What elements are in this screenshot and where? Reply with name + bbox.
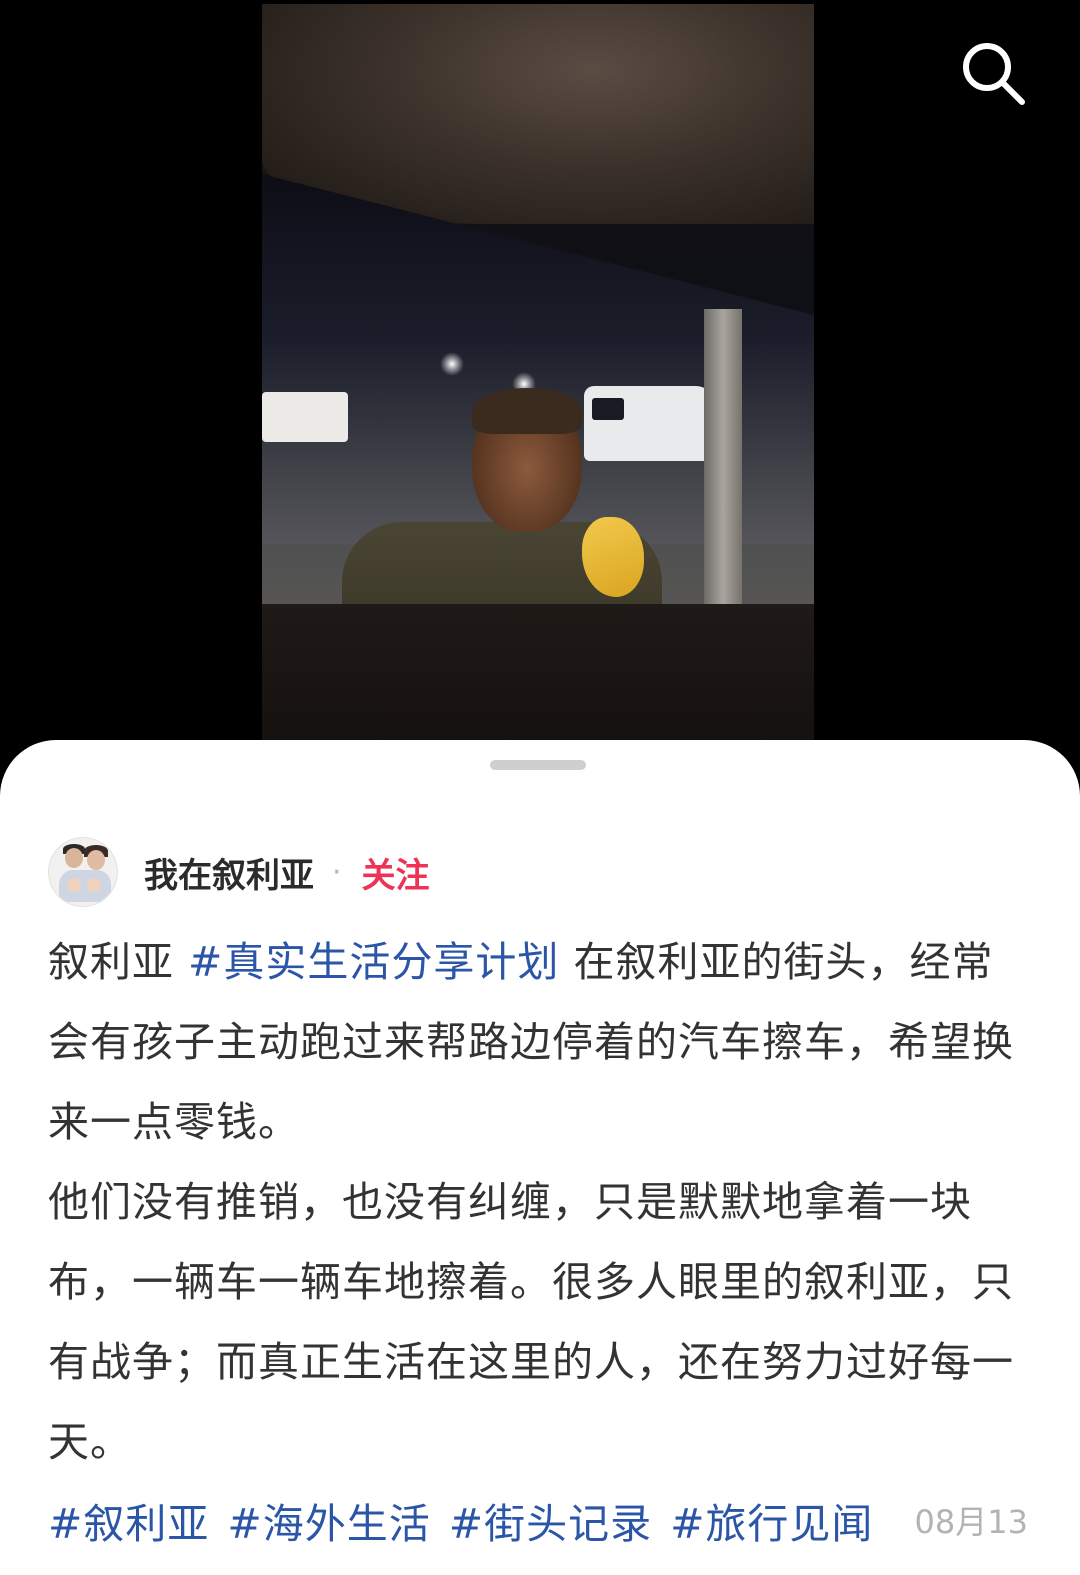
video-child-hair	[472, 388, 582, 434]
post-paragraph-2: 他们没有推销，也没有纠缠，只是默默地拿着一块布，一辆车一辆车地擦着。很多人眼里的…	[48, 1178, 1014, 1466]
video-car-ceiling	[262, 4, 814, 224]
video-car-door	[262, 604, 814, 744]
post-footer: #叙利亚 #海外生活 #街头记录 #旅行见闻 08月13	[48, 1488, 1028, 1552]
post-date: 08月13	[914, 1503, 1028, 1541]
post-lead: 叙利亚	[48, 938, 174, 986]
search-icon	[963, 43, 1025, 105]
video-frame	[262, 4, 814, 744]
drag-handle[interactable]	[490, 760, 586, 770]
author-row: 我在叙利亚 · 关注	[48, 837, 430, 907]
topic-tag[interactable]: #街头记录	[449, 1490, 652, 1550]
post-body: 叙利亚 #真实生活分享计划 在叙利亚的街头，经常会有孩子主动跑过来帮路边停着的汽…	[48, 922, 1028, 1482]
video-street-light	[440, 352, 464, 376]
topic-tag[interactable]: #叙利亚	[48, 1490, 209, 1550]
post-detail-sheet: 我在叙利亚 · 关注 叙利亚 #真实生活分享计划 在叙利亚的街头，经常会有孩子主…	[0, 740, 1080, 1575]
inline-topic-tag[interactable]: #真实生活分享计划	[188, 938, 559, 986]
video-street-pole	[704, 309, 742, 639]
post-paragraph-1: 叙利亚 #真实生活分享计划 在叙利亚的街头，经常会有孩子主动跑过来帮路边停着的汽…	[48, 922, 1028, 1162]
avatar[interactable]	[48, 837, 118, 907]
topic-tag[interactable]: #海外生活	[227, 1490, 430, 1550]
separator-dot: ·	[332, 854, 342, 890]
topic-tag[interactable]: #旅行见闻	[670, 1490, 873, 1550]
search-button[interactable]	[958, 38, 1028, 108]
author-name[interactable]: 我在叙利亚	[144, 848, 314, 897]
follow-button[interactable]: 关注	[362, 848, 430, 897]
video-player[interactable]	[0, 0, 1080, 760]
